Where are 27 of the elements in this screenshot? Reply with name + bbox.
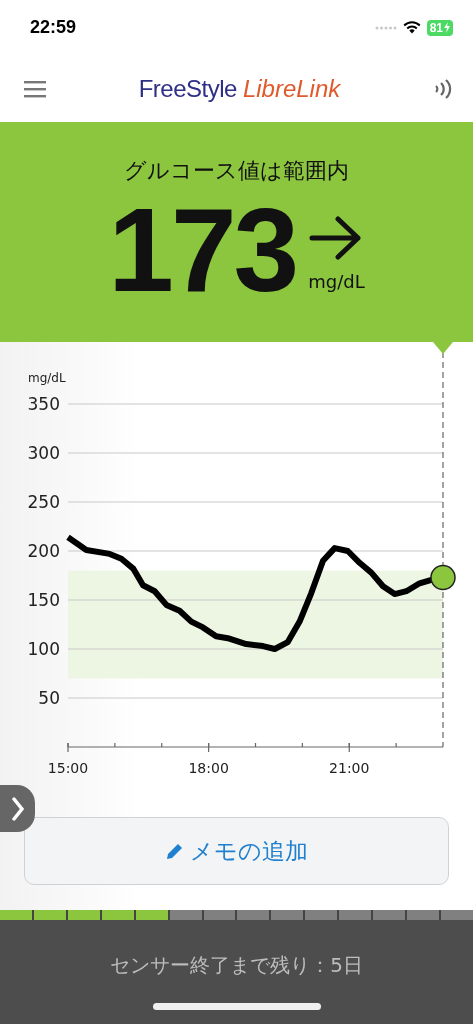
y-axis-label: 100 <box>27 639 60 659</box>
x-axis-label: 15:00 <box>47 760 89 776</box>
current-reading-dot <box>430 564 456 591</box>
y-axis-label: 50 <box>38 688 60 708</box>
add-note-button[interactable]: メモの追加 <box>24 817 449 885</box>
cellular-signal-icon <box>374 25 397 30</box>
y-axis-label: 150 <box>27 590 60 610</box>
pencil-icon <box>165 842 184 860</box>
chevron-right-icon <box>11 796 24 821</box>
glucose-unit: mg/dL <box>308 271 365 292</box>
logo-text: FreeStyle <box>138 74 237 103</box>
status-time: 22:59 <box>30 17 77 38</box>
sensor-remaining-text: センサー終了まで残り：5日 <box>110 952 363 979</box>
y-axis-label: 200 <box>27 541 60 561</box>
y-axis-label: 250 <box>27 492 60 512</box>
x-axis-label: 21:00 <box>329 760 370 776</box>
glucose-status: グルコース値は範囲内 <box>124 157 349 185</box>
menu-icon[interactable] <box>24 79 46 98</box>
y-axis-label: 350 <box>27 394 60 414</box>
x-axis-label: 18:00 <box>188 760 229 776</box>
glucose-value: 173 <box>108 190 297 310</box>
side-panel-toggle[interactable] <box>0 785 35 832</box>
axis-unit-label: mg/dL <box>28 371 66 385</box>
battery-level: 81 <box>429 20 443 35</box>
y-axis-label: 300 <box>27 443 60 463</box>
logo-text: LibreLink <box>242 74 341 103</box>
wifi-icon <box>402 21 421 34</box>
